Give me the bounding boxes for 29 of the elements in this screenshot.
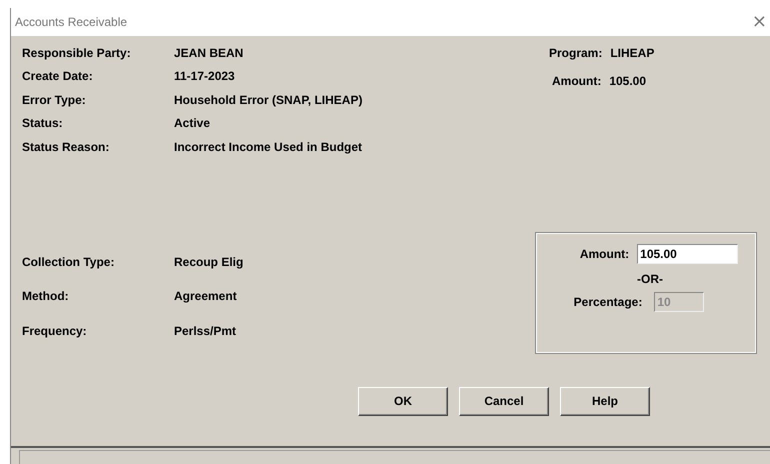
field-value: 11-17-2023 <box>174 69 235 84</box>
window-title: Accounts Receivable <box>15 15 128 29</box>
dialog-button[interactable]: Cancel <box>459 386 549 416</box>
close-button[interactable]: × <box>748 12 770 32</box>
field-value: 105.00 <box>609 74 646 88</box>
field-label: Program: <box>549 46 602 60</box>
field-value: LIHEAP <box>610 46 654 60</box>
field-value: Household Error (SNAP, LIHEAP) <box>174 92 362 107</box>
field-label: Error Type: <box>22 92 87 107</box>
field-value: Incorrect Income Used in Budget <box>174 140 362 154</box>
field-label: Amount: <box>552 74 602 88</box>
field-label: Percentage: <box>574 294 642 308</box>
field-label: Method: <box>22 289 70 304</box>
field-label: Status Reason: <box>22 140 110 154</box>
field-label: Amount: <box>580 246 630 260</box>
field-label: Frequency: <box>22 324 88 338</box>
field-value: Recoup Elig <box>174 254 244 269</box>
field-value: Agreement <box>174 289 237 304</box>
amount-field[interactable]: 105.00 <box>637 244 738 264</box>
field-label: Responsible Party: <box>22 46 132 60</box>
field-label: Collection Type: <box>22 254 116 269</box>
field-value: Active <box>174 116 210 130</box>
field-label: Status: <box>22 116 64 130</box>
field-value: Perlss/Pmt <box>174 324 236 338</box>
field-value: JEAN BEAN <box>174 46 244 60</box>
separator-text: -OR- <box>637 272 663 286</box>
field-label: Create Date: <box>22 69 94 84</box>
dialog-button[interactable]: Help <box>560 386 650 416</box>
dialog-button[interactable]: OK <box>358 386 448 416</box>
